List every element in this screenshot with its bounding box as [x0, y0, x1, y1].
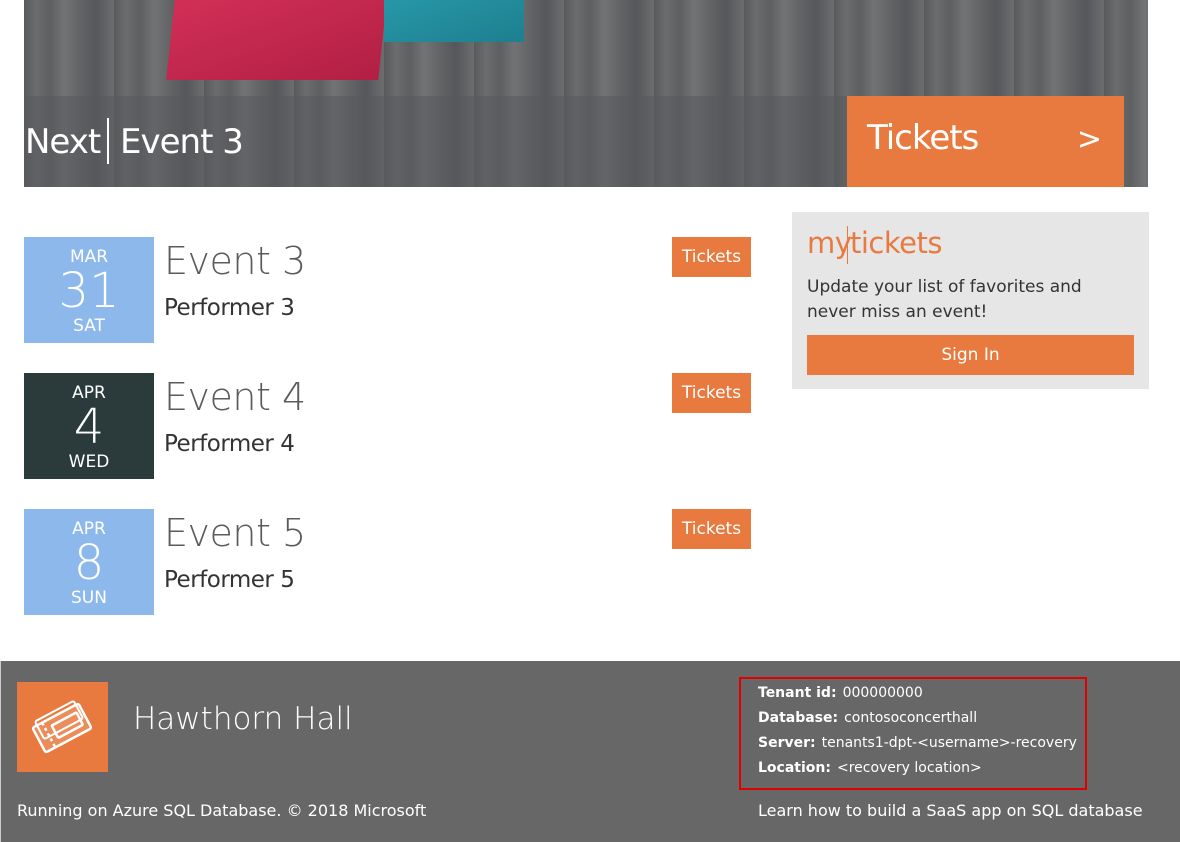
- database-value: contosoconcerthall: [844, 710, 978, 726]
- ticket-icon: [17, 682, 108, 772]
- server-label: Server:: [758, 735, 816, 751]
- location-label: Location:: [758, 760, 831, 776]
- event-date-box: MAR 31 SAT: [24, 237, 154, 343]
- learn-saas-link[interactable]: Learn how to build a SaaS app on SQL dat…: [758, 801, 1143, 820]
- event-item: APR 8 SUN Event 5 Performer 5 Tickets: [24, 509, 754, 615]
- event-date-box: APR 4 WED: [24, 373, 154, 479]
- event-performer: Performer 3: [164, 295, 295, 321]
- mytickets-logo-my: my: [807, 226, 852, 260]
- event-day: 4: [73, 399, 105, 455]
- tenant-id-label: Tenant id:: [758, 685, 837, 701]
- mytickets-logo-divider: [847, 226, 848, 264]
- location-row: Location: <recovery location>: [758, 760, 982, 776]
- event-tickets-button[interactable]: Tickets: [672, 237, 751, 277]
- chevron-right-icon: >: [1076, 122, 1102, 157]
- event-performer: Performer 4: [164, 431, 295, 457]
- event-date-box: APR 8 SUN: [24, 509, 154, 615]
- mytickets-message: Update your list of favorites and never …: [807, 277, 1082, 322]
- hero-divider: [107, 118, 109, 164]
- event-item: MAR 31 SAT Event 3 Performer 3 Tickets: [24, 237, 754, 343]
- server-value: tenants1-dpt-<username>-recovery: [821, 735, 1077, 751]
- event-tickets-button[interactable]: Tickets: [672, 373, 751, 413]
- event-weekday: SAT: [73, 316, 105, 336]
- database-label: Database:: [758, 710, 839, 726]
- tenant-id-row: Tenant id: 000000000: [758, 685, 923, 701]
- event-day: 8: [73, 535, 105, 591]
- server-row: Server: tenants1-dpt-<username>-recovery: [758, 735, 1077, 751]
- mytickets-logo-tickets: tickets: [850, 226, 942, 260]
- hero-image-red-block: [166, 0, 390, 80]
- event-title[interactable]: Event 3: [164, 239, 306, 283]
- location-value: <recovery location>: [836, 760, 982, 776]
- tenant-id-value: 000000000: [842, 685, 923, 701]
- event-day: 31: [58, 263, 120, 319]
- venue-name: Hawthorn Hall: [133, 701, 353, 737]
- hero-next-label: Next: [25, 122, 101, 162]
- event-weekday: WED: [68, 452, 110, 472]
- event-title[interactable]: Event 4: [164, 375, 306, 419]
- footer: Hawthorn Hall Running on Azure SQL Datab…: [0, 661, 1180, 842]
- event-performer: Performer 5: [164, 567, 295, 593]
- event-title[interactable]: Event 5: [164, 511, 306, 555]
- database-row: Database: contosoconcerthall: [758, 710, 977, 726]
- event-weekday: SUN: [71, 588, 107, 608]
- hero-event-name: Event 3: [120, 122, 244, 162]
- sign-in-button[interactable]: Sign In: [807, 335, 1134, 375]
- copyright-text: Running on Azure SQL Database. © 2018 Mi…: [17, 801, 427, 820]
- mytickets-panel: my tickets Update your list of favorites…: [792, 212, 1149, 389]
- event-item: APR 4 WED Event 4 Performer 4 Tickets: [24, 373, 754, 479]
- hero-image-blue-block: [384, 0, 524, 42]
- hero-tickets-button[interactable]: Tickets >: [847, 96, 1124, 187]
- hero-tickets-label: Tickets: [867, 118, 979, 158]
- event-tickets-button[interactable]: Tickets: [672, 509, 751, 549]
